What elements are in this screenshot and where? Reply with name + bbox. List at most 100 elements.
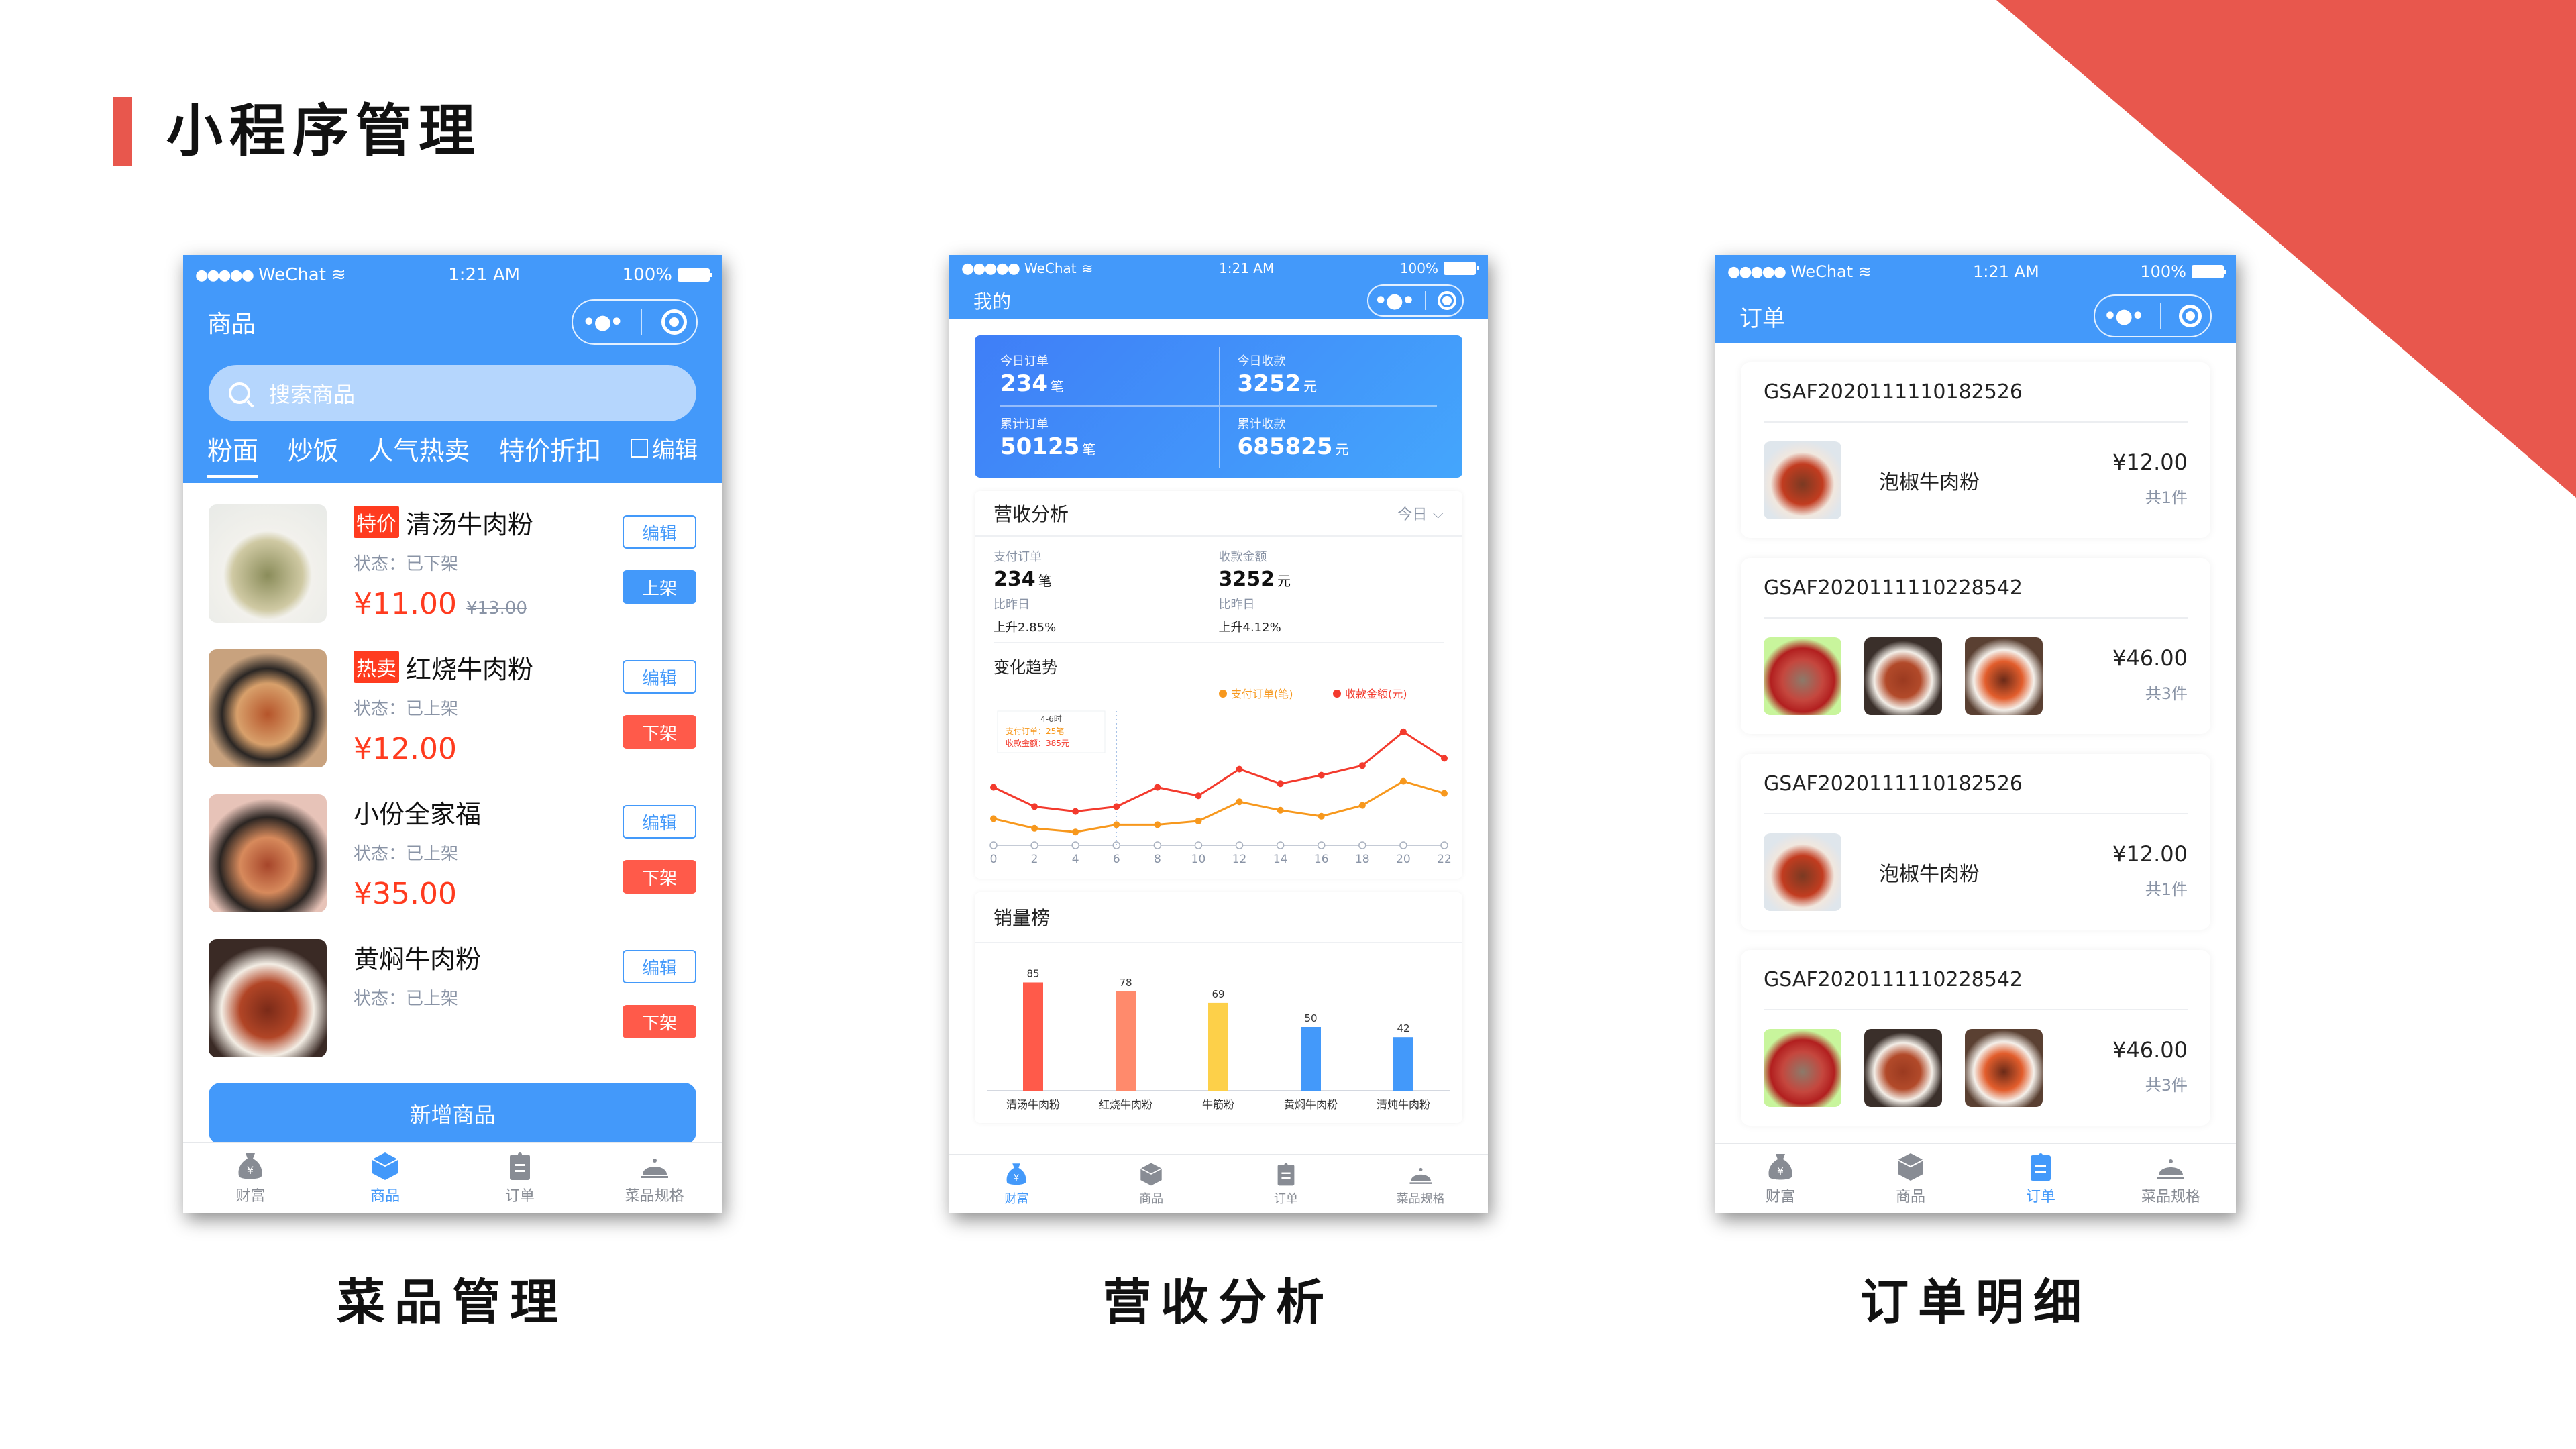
order-card[interactable]: GSAF2020111110228542 ¥46.00 共3件 <box>1741 950 2210 1126</box>
data-point <box>1236 765 1243 773</box>
metric-unit: 元 <box>1277 573 1291 589</box>
more-icon[interactable]: •●• <box>582 311 623 334</box>
nav-title: 订单 <box>1739 305 1785 332</box>
carrier-label: WeChat <box>1790 262 1854 281</box>
sales-ranking-panel: 销量榜 85 清汤牛肉粉 78 红烧牛肉粉 69 牛筋粉 50 黄焖牛肉粉 42 清炖牛肉粉 <box>975 892 1462 1123</box>
metric-change: 上升4.12% <box>1218 621 1281 635</box>
delist-product-button[interactable]: 下架 <box>623 860 696 894</box>
search-placeholder: 搜索商品 <box>269 382 356 407</box>
phone-goods-management: ●●●●● WeChat ≋ 1:21 AM 100% 商品 •●• 搜索商品 粉面… <box>183 255 722 1213</box>
legend-label: 收款金额(元) <box>1345 688 1407 700</box>
edit-label: 编辑 <box>652 437 698 464</box>
orders-header: ●●●●● WeChat ≋ 1:21 AM 100% 订单 •●• <box>1715 255 2236 343</box>
tab-goods[interactable]: 商品 <box>1845 1151 1976 1206</box>
close-miniprogram-icon[interactable] <box>1438 291 1457 310</box>
tab-category-3[interactable]: 特价折扣 <box>499 430 601 483</box>
tab-orders[interactable]: 订单 <box>1976 1151 2106 1206</box>
tab-label: 财富 <box>1765 1189 1795 1205</box>
delist-product-button[interactable]: 下架 <box>623 715 696 749</box>
tab-dish-specs[interactable]: 菜品规格 <box>1353 1161 1488 1207</box>
edit-product-button[interactable]: 编辑 <box>623 515 696 549</box>
metric-label: 支付订单 <box>994 550 1042 564</box>
cloche-icon <box>2157 1159 2184 1179</box>
search-icon <box>229 382 250 404</box>
close-miniprogram-icon[interactable] <box>2179 305 2202 327</box>
x-tick-label: 10 <box>1191 853 1206 866</box>
tab-label: 商品 <box>1139 1192 1164 1206</box>
delist-product-button[interactable]: 下架 <box>623 1005 696 1038</box>
tab-category-2[interactable]: 人气热卖 <box>368 430 470 483</box>
tab-category-0[interactable]: 粉面 <box>207 430 259 483</box>
stat-label: 累计订单 <box>1000 417 1049 431</box>
more-icon[interactable]: •●• <box>2104 305 2145 328</box>
edit-product-button[interactable]: 编辑 <box>623 805 696 839</box>
tab-dish-specs[interactable]: 菜品规格 <box>587 1150 722 1205</box>
capsule-divider <box>2160 303 2162 329</box>
tab-orders[interactable]: 订单 <box>1219 1161 1354 1207</box>
battery-icon <box>1444 262 1479 275</box>
tab-wealth[interactable]: ¥ 财富 <box>1715 1151 1845 1206</box>
goods-header: ●●●●● WeChat ≋ 1:21 AM 100% 商品 •●• 搜索商品 粉面… <box>183 255 722 483</box>
order-number: GSAF2020111110182526 <box>1764 754 2188 814</box>
order-card[interactable]: GSAF2020111110228542 ¥46.00 共3件 <box>1741 558 2210 734</box>
x-tick-label: 20 <box>1396 853 1411 866</box>
wifi-icon: ≋ <box>1081 260 1093 276</box>
sales-bar-chart: 85 清汤牛肉粉 78 红烧牛肉粉 69 牛筋粉 50 黄焖牛肉粉 42 清炖牛肉粉 <box>987 968 1450 1111</box>
order-card[interactable]: GSAF2020111110182526 泡椒牛肉粉 ¥12.00 共1件 <box>1741 754 2210 930</box>
edit-product-button[interactable]: 编辑 <box>623 950 696 983</box>
title-accent-bar <box>113 97 132 166</box>
revenue-analysis-panel: 营收分析 今日 ⌵ 支付订单 234 笔 比昨日 上升2.85% 收款金额 3252… <box>975 491 1462 879</box>
data-point <box>990 784 997 791</box>
tab-category-1[interactable]: 炒饭 <box>288 430 339 483</box>
add-product-button[interactable]: 新增商品 <box>209 1083 696 1144</box>
nav-title: 我的 <box>973 290 1012 313</box>
x-tick-marker <box>1071 841 1079 849</box>
bar-category-label: 牛筋粉 <box>1202 1098 1234 1111</box>
data-point <box>1358 762 1366 769</box>
tab-wealth[interactable]: ¥ 财富 <box>183 1150 318 1205</box>
product-name: 黄焖牛肉粉 <box>354 944 482 974</box>
tab-goods[interactable]: 商品 <box>1084 1161 1219 1207</box>
data-point <box>1399 728 1407 735</box>
edit-product-button[interactable]: 编辑 <box>623 660 696 694</box>
tab-wealth[interactable]: ¥ 财富 <box>949 1161 1084 1207</box>
list-product-button[interactable]: 上架 <box>623 570 696 604</box>
phone-order-details: ●●●●● WeChat ≋ 1:21 AM 100% 订单 •●• GSAF202… <box>1715 255 2236 1213</box>
tab-goods[interactable]: 商品 <box>318 1150 453 1205</box>
data-point <box>1154 784 1161 791</box>
data-point <box>1277 780 1284 788</box>
x-tick-marker <box>1194 841 1203 849</box>
more-icon[interactable]: •●• <box>1375 289 1415 313</box>
metric-value: 234 <box>994 568 1036 591</box>
period-select[interactable]: 今日 ⌵ <box>1397 502 1444 524</box>
order-item-name: 泡椒牛肉粉 <box>1879 471 1980 494</box>
chevron-down-icon: ⌵ <box>1432 504 1444 522</box>
bar <box>1023 982 1043 1091</box>
x-tick-label: 2 <box>1031 853 1038 866</box>
data-point <box>1154 821 1161 828</box>
status-bar: ●●●●● WeChat ≋ 1:21 AM 100% <box>183 255 722 295</box>
tab-label: 菜品规格 <box>625 1188 684 1205</box>
data-point <box>990 815 997 822</box>
clock: 1:21 AM <box>448 265 521 285</box>
close-miniprogram-icon[interactable] <box>661 309 687 335</box>
status-bar: ●●●●● WeChat ≋ 1:21 AM 100% <box>949 255 1488 282</box>
clipboard-icon <box>509 1152 530 1180</box>
product-old-price: ¥13.00 <box>466 598 527 619</box>
edit-categories-button[interactable]: 编辑 <box>631 431 698 483</box>
cube-icon <box>1897 1153 1924 1181</box>
tab-dish-specs[interactable]: 菜品规格 <box>2106 1151 2236 1206</box>
data-point <box>1031 803 1038 810</box>
category-tabs: 粉面 炒饭 人气热卖 特价折扣 编辑 <box>183 421 722 483</box>
x-tick-label: 8 <box>1154 853 1161 866</box>
tab-label: 菜品规格 <box>2141 1189 2200 1205</box>
order-number: GSAF2020111110182526 <box>1764 362 2188 423</box>
order-card[interactable]: GSAF2020111110182526 泡椒牛肉粉 ¥12.00 共1件 <box>1741 362 2210 538</box>
product-price: ¥35.00 <box>354 877 457 911</box>
data-point <box>1072 808 1079 815</box>
product-tag: 特价 <box>354 506 399 538</box>
x-tick-marker <box>1399 841 1407 849</box>
x-tick-marker <box>1030 841 1038 849</box>
search-input[interactable]: 搜索商品 <box>209 365 696 421</box>
tab-orders[interactable]: 订单 <box>453 1150 588 1205</box>
